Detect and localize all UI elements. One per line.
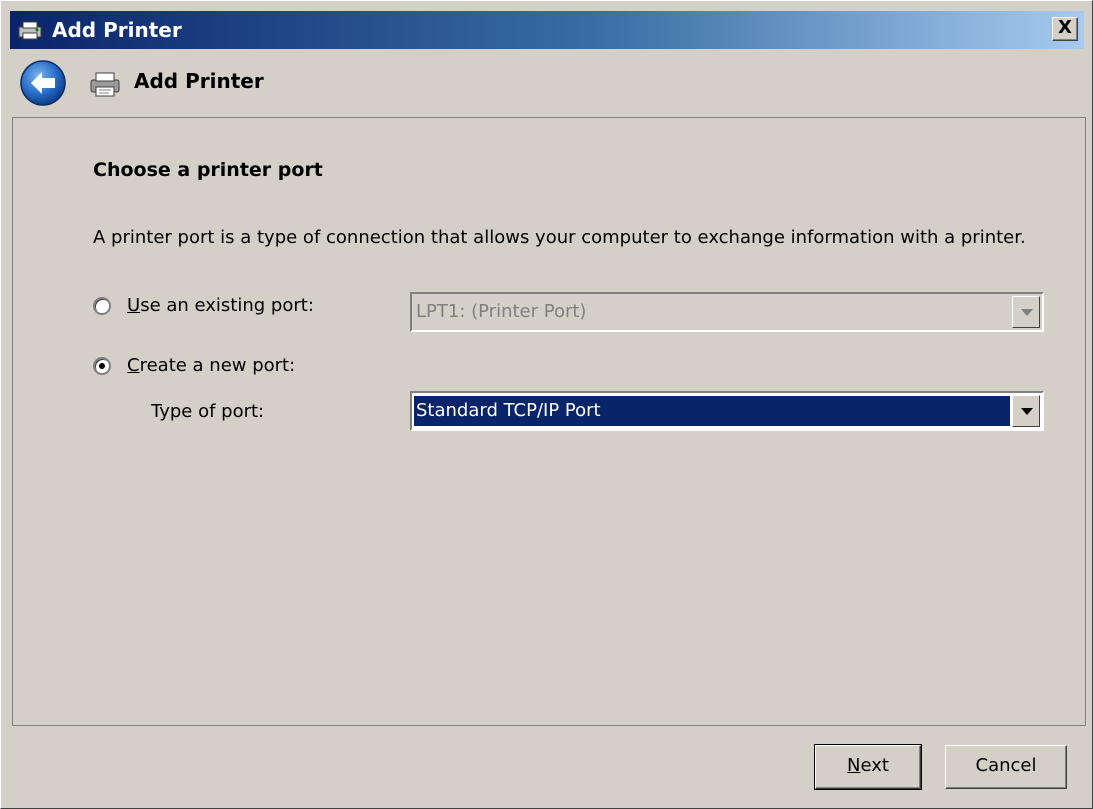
- close-icon: X: [1058, 17, 1072, 38]
- type-of-port-value[interactable]: Standard TCP/IP Port: [414, 396, 1010, 426]
- create-new-port-label[interactable]: Create a new port:: [127, 355, 295, 376]
- printer-icon: [16, 19, 46, 41]
- back-arrow-icon: [20, 60, 66, 106]
- title-bar[interactable]: Add Printer X: [10, 11, 1084, 49]
- back-button[interactable]: [17, 59, 69, 107]
- radio-selected-dot: [99, 363, 105, 369]
- page-description: A printer port is a type of connection t…: [93, 227, 1026, 248]
- wizard-title: Add Printer: [134, 69, 264, 93]
- wizard-header: Add Printer: [1, 51, 1093, 115]
- existing-port-select: LPT1: (Printer Port): [410, 292, 1044, 332]
- printer-icon: [87, 69, 123, 99]
- radio-button[interactable]: [93, 357, 111, 375]
- type-of-port-select[interactable]: Standard TCP/IP Port: [410, 391, 1044, 431]
- close-button[interactable]: X: [1052, 17, 1078, 41]
- radio-button[interactable]: [93, 297, 111, 315]
- chevron-down-icon: [1012, 296, 1040, 328]
- window-title: Add Printer: [52, 18, 182, 42]
- chevron-down-icon[interactable]: [1012, 395, 1040, 427]
- use-existing-port-label[interactable]: Use an existing port:: [127, 295, 314, 316]
- type-of-port-label: Type of port:: [151, 401, 265, 422]
- existing-port-value: LPT1: (Printer Port): [416, 301, 587, 322]
- add-printer-window: Add Printer X Add Printer Choose a print…: [0, 0, 1093, 809]
- next-button[interactable]: Next: [814, 744, 922, 790]
- page-heading: Choose a printer port: [93, 159, 323, 181]
- cancel-button[interactable]: Cancel: [945, 745, 1067, 789]
